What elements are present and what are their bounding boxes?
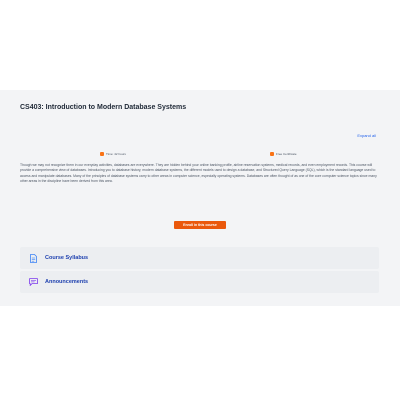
course-certificate-text: Free Certificate	[276, 152, 297, 156]
course-duration: Time: 42 hours	[100, 152, 126, 156]
enroll-button[interactable]: Enroll in this course	[174, 221, 226, 229]
document-icon	[28, 253, 38, 263]
clock-icon	[100, 152, 104, 156]
section-label: Course Syllabus	[45, 255, 89, 261]
course-description: Though we may not recognize them in our …	[20, 163, 377, 184]
expand-all-link[interactable]: Expand all	[357, 133, 376, 138]
section-label: Announcements	[45, 279, 89, 285]
course-certificate: Free Certificate	[270, 152, 297, 156]
certificate-icon	[270, 152, 274, 156]
message-icon	[28, 277, 38, 287]
course-duration-text: Time: 42 hours	[106, 152, 126, 156]
section-announcements[interactable]: Announcements	[20, 271, 379, 293]
page-title: CS403: Introduction to Modern Database S…	[20, 104, 187, 111]
section-course-syllabus[interactable]: Course Syllabus	[20, 247, 379, 269]
